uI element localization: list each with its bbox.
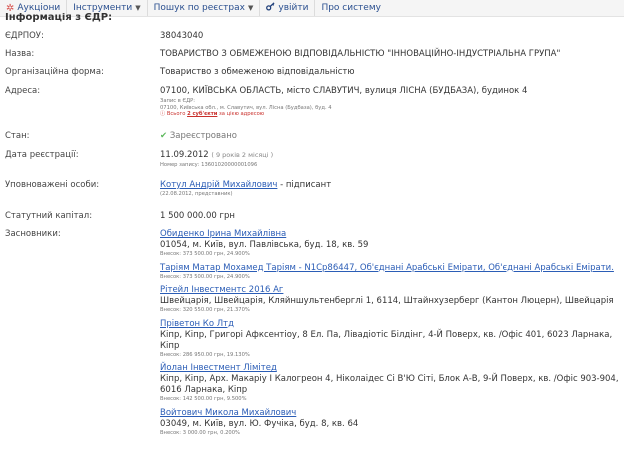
warn-prefix: Всього	[166, 111, 186, 117]
founder-address: 01054, м. Київ, вул. Павлівська, буд. 18…	[160, 240, 369, 250]
menu-login-label: увійти	[278, 3, 309, 13]
field-value: 1 500 000.00 грн	[160, 211, 235, 221]
founder-contribution: Внесок: 320 550.00 грн, 21.370%	[160, 307, 250, 313]
key-icon	[266, 2, 275, 14]
menu-login[interactable]: увійти	[259, 0, 314, 16]
founder-link[interactable]: Обиденко Ірина Михайлівна	[160, 229, 620, 240]
same-address-link[interactable]: 2 суб'єкти	[187, 111, 217, 117]
warn-suffix: за цією адресою	[219, 111, 265, 117]
menu-registry-search-label: Пошук по реєстрах	[153, 3, 245, 13]
list-item: Рітейл Інвестментс 2016 Аг Швейцарія, Шв…	[160, 285, 620, 314]
chevron-down-icon: ▼	[247, 4, 254, 12]
field-value: 38043040	[160, 31, 204, 41]
field-value: 11.09.2012 ( 9 років 2 місяці ) Номер за…	[160, 150, 620, 169]
address-value: 07100, КИЇВСЬКА ОБЛАСТЬ, місто СЛАВУТИЧ,…	[160, 86, 528, 96]
record-no: 13601020000001096	[201, 162, 258, 168]
status-text: Зареєстровано	[169, 131, 237, 141]
field-label: Дата реєстрації:	[5, 150, 79, 160]
authorized-note: (22.08.2012, представник)	[160, 191, 233, 197]
field-value: 07100, КИЇВСЬКА ОБЛАСТЬ, місто СЛАВУТИЧ,…	[160, 86, 620, 118]
founder-contribution: Внесок: 3 000.00 грн, 0.200%	[160, 429, 240, 436]
list-item: Таріям Матар Мохамед Таріям - N1Cp86447,…	[160, 263, 620, 281]
founders-list: Обиденко Ірина Михайлівна 01054, м. Київ…	[160, 229, 620, 441]
founder-address: Кіпр, Кіпр, Арх. Макаріу І Калогреон 4, …	[160, 374, 619, 395]
founder-contribution: Внесок: 286 950.00 грн, 19.130%	[160, 351, 250, 358]
list-item: Войтович Микола Михайлович 03049, м. Киї…	[160, 408, 620, 437]
menu-auctions-label: Аукціони	[17, 3, 61, 13]
menu-about-label: Про систему	[321, 3, 381, 13]
authorized-person-link[interactable]: Котул Андрій Михайлович	[160, 180, 277, 190]
gear-icon: ✲	[6, 2, 15, 14]
founder-link[interactable]: Пріветон Ко Лтд	[160, 319, 620, 330]
founder-link[interactable]: Таріям Матар Мохамед Таріям - N1Cp86447,…	[160, 263, 620, 274]
list-item: Обиденко Ірина Михайлівна 01054, м. Київ…	[160, 229, 620, 258]
founder-contribution: Внесок: 373 500.00 грн, 24.900%	[160, 273, 250, 280]
field-label: Уповноважені особи:	[5, 180, 100, 190]
chevron-down-icon: ▼	[135, 4, 141, 12]
field-value: ТОВАРИСТВО З ОБМЕЖЕНОЮ ВІДПОВІДАЛЬНІСТЮ …	[160, 49, 561, 59]
section-title: Інформація з ЄДР:	[5, 13, 113, 22]
reg-date-value: 11.09.2012	[160, 150, 209, 160]
menu-registry-search[interactable]: Пошук по реєстрах ▼	[146, 0, 260, 16]
founder-contribution: Внесок: 142 500.00 грн, 9.500%	[160, 396, 247, 402]
reg-duration: ( 9 років 2 місяці )	[211, 151, 274, 159]
record-number: Номер запису: 13601020000001096	[160, 162, 620, 169]
field-label: Стан:	[5, 131, 30, 141]
field-value: Товариство з обмеженою відповідальністю	[160, 67, 355, 77]
record-prefix: Номер запису:	[160, 162, 200, 168]
authorized-role: - підписант	[277, 180, 332, 190]
field-value: Котул Андрій Михайлович - підписант (22.…	[160, 180, 620, 198]
founder-contribution: Внесок: 373 500.00 грн, 24.900%	[160, 251, 250, 257]
menu-tools-label: Інструменти	[73, 3, 133, 13]
warning-icon: ⓘ	[160, 111, 166, 117]
field-label: Статутний капітал:	[5, 211, 93, 221]
field-label: Назва:	[5, 49, 35, 59]
field-label: Адреса:	[5, 86, 41, 96]
check-icon: ✔	[160, 131, 168, 141]
founder-link[interactable]: Войтович Микола Михайлович	[160, 408, 620, 419]
field-label: ЄДРПОУ:	[5, 31, 44, 41]
founder-address: Швейцарія, Швейцарія, Кляйншультенберглі…	[160, 296, 614, 306]
field-label: Засновники:	[5, 229, 61, 239]
founder-address: 03049, м. Київ, вул. Ю. Фучіка, буд. 8, …	[160, 418, 359, 429]
field-value: ✔ Зареєстровано	[160, 131, 620, 142]
list-item: Йолан Інвестмент Лімітед Кіпр, Кіпр, Арх…	[160, 363, 620, 403]
menu-about[interactable]: Про систему	[314, 0, 387, 16]
list-item: Пріветон Ко Лтд Кіпр, Кіпр, Григорі Афкс…	[160, 319, 620, 359]
founder-address: Кіпр, Кіпр, Григорі Афксентіоу, 8 Ел. Па…	[160, 329, 613, 351]
founder-link[interactable]: Йолан Інвестмент Лімітед	[160, 363, 620, 374]
field-label: Організаційна форма:	[5, 67, 104, 77]
founder-link[interactable]: Рітейл Інвестментс 2016 Аг	[160, 285, 620, 296]
address-warning: ⓘ Всього 2 суб'єкти за цією адресою	[160, 111, 620, 118]
